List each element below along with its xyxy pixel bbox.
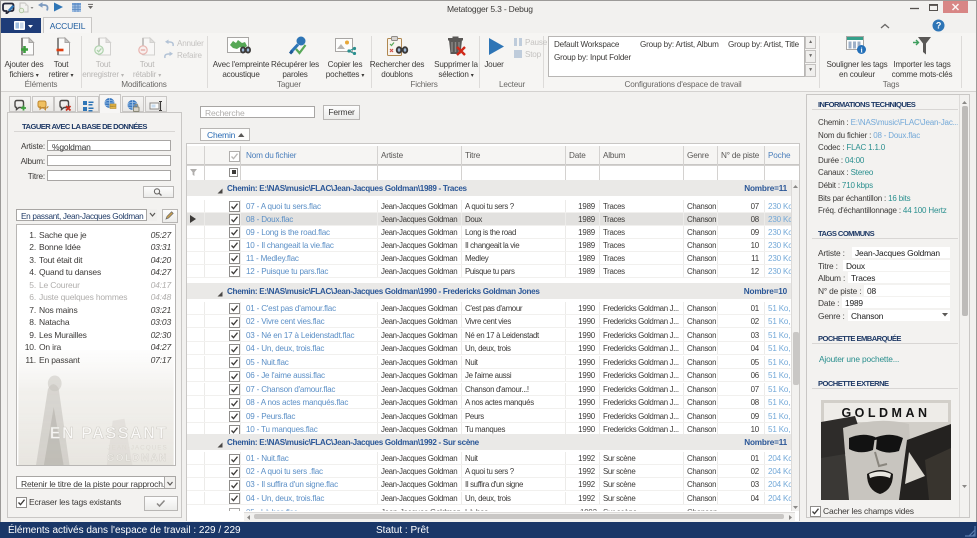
svg-text:EN PASSANT: EN PASSANT <box>50 424 168 442</box>
svg-text:GOLDMAN: GOLDMAN <box>107 453 168 464</box>
svg-text:i: i <box>861 47 863 55</box>
svg-text:JEAN-JACQUES: JEAN-JACQUES <box>107 444 167 451</box>
svg-text:?: ? <box>936 21 941 31</box>
